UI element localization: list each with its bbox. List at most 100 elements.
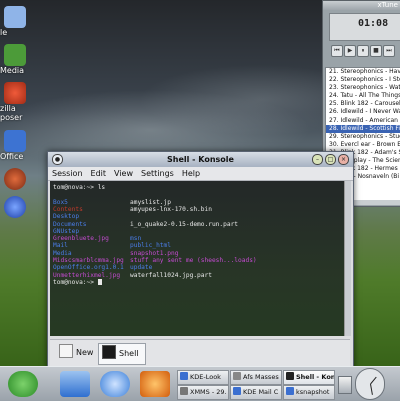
menu-edit[interactable]: Edit (87, 167, 111, 180)
ls-entry: GNUstep (53, 227, 80, 235)
konsole-window[interactable]: ● Shell - Konsole – □ × Session Edit Vie… (47, 151, 354, 369)
ls-entry: Media (53, 249, 72, 257)
minimize-icon[interactable]: – (312, 154, 323, 165)
next-button[interactable]: ⏭ (383, 45, 395, 57)
text-cursor (97, 278, 102, 285)
terminal-prompt-ls: tom@nova:~> ls (53, 184, 106, 191)
clock-hour-hand (370, 376, 377, 385)
desktop-icon-hs[interactable] (0, 196, 40, 218)
playlist-item[interactable]: 30. Evercl ear - Brown Eyed G (326, 141, 400, 149)
desktop-icon-globe[interactable] (0, 168, 40, 190)
analog-clock[interactable] (355, 368, 385, 400)
tab-label: Shell (119, 349, 139, 358)
kmenu-icon[interactable] (8, 371, 38, 397)
composer-icon (4, 82, 26, 104)
xmms-small-icon (180, 387, 188, 395)
close-icon[interactable]: × (338, 154, 349, 165)
stop-button[interactable]: ■ (370, 45, 382, 57)
konsole-titlebar[interactable]: ● Shell - Konsole – □ × (48, 152, 353, 167)
task-label: KDE-Look (190, 373, 221, 381)
pause-button[interactable]: ⏸ (357, 45, 369, 57)
window-title: Shell - Konsole (167, 155, 234, 164)
menubar: Session Edit View Settings Help (48, 167, 353, 181)
shell-icon (102, 345, 116, 359)
desktop-icon-media[interactable]: Media (0, 44, 40, 75)
task-label: ksnapshot (296, 388, 330, 396)
playlist-item[interactable]: 28. Idlewild - Scottish Fiction (326, 124, 400, 133)
ls-entry: Desktop (53, 213, 80, 221)
ls-entry: waterfall1024.jpg.part (130, 271, 212, 279)
home-folder-icon[interactable] (60, 371, 90, 397)
task-label: Afs Masses (243, 373, 279, 381)
clock-minute-hand (370, 383, 373, 395)
task-label: KDE Mail C (243, 388, 279, 396)
task-afs[interactable]: Afs Masses (230, 370, 282, 385)
ls-entry: Greenbluete.jpg (53, 235, 109, 243)
hs-icon (4, 196, 26, 218)
camera-small-icon (286, 387, 294, 395)
playlist-item[interactable]: 26. Idlewild - I Never Wanted (326, 108, 400, 116)
menu-help[interactable]: Help (178, 167, 204, 180)
menu-view[interactable]: View (110, 167, 137, 180)
playlist-item[interactable]: 23. Stereophonics - Watch Th (326, 84, 400, 92)
prompt-text: tom@nova:~> (53, 278, 98, 286)
task-shell-konsole[interactable]: Shell - Konso (283, 370, 335, 385)
window-small-icon (233, 372, 241, 380)
task-kde-mail[interactable]: KDE Mail C (230, 385, 282, 400)
prev-button[interactable]: ⏮ (331, 45, 343, 57)
ls-entry: Box5 (53, 198, 68, 206)
playlist-item[interactable]: 25. Blink 182 - Carousel (326, 100, 400, 108)
playlist-item[interactable]: 24. Tatu - All The Things She (326, 92, 400, 100)
ls-entry: amyslist.jp (130, 198, 171, 206)
session-tabbar: New Shell (50, 339, 350, 366)
play-button[interactable]: ▶ (344, 45, 356, 57)
playlist-item[interactable]: 27. Idlewild - American Englis (326, 117, 400, 125)
xmms-display: 01:08 (329, 13, 400, 41)
tab-new[interactable]: New (56, 343, 93, 363)
globe-icon (4, 168, 26, 190)
tab-label: New (76, 348, 94, 357)
task-label: XMMS - 29. (190, 388, 227, 396)
task-xmms[interactable]: XMMS - 29. (177, 385, 229, 400)
idle-icon (4, 6, 26, 28)
konqueror-icon[interactable] (100, 371, 130, 397)
menu-session[interactable]: Session (48, 167, 87, 180)
office-icon (4, 130, 26, 152)
konsole-small-icon (286, 372, 294, 380)
desktop-icon-office[interactable]: Office (0, 130, 40, 161)
playlist-item[interactable]: 21. Stereophonics - Have a N (326, 68, 400, 76)
desktop-icon-label: le (0, 28, 8, 37)
desktop-icon-label: Office (0, 152, 24, 161)
new-session-icon (59, 344, 73, 358)
desktop-icon-label: zilla poser (0, 104, 23, 122)
ls-entry: Mail (53, 242, 68, 250)
ls-entry: amyupes-lnx-170.sh.bin (130, 205, 212, 213)
maximize-icon[interactable]: □ (325, 154, 336, 165)
ls-entry: Midscsmarblcmma.jpg (53, 257, 124, 264)
xmms-titlebar[interactable]: xTune (323, 1, 400, 10)
terminal-scrollbar[interactable] (344, 181, 351, 336)
desktop-icon-label: Media (0, 66, 25, 75)
terminal-area[interactable]: tom@nova:~> ls Box5 Contents Desktop Docume… (50, 181, 346, 336)
ls-entry: Documents (53, 220, 87, 228)
media-icon (4, 44, 26, 66)
firefox-icon[interactable] (140, 371, 170, 397)
ls-entry: OpenOffice.org1.0.1 (53, 264, 124, 272)
ls-entry: snapshot1.png (130, 249, 179, 257)
task-kde-look[interactable]: KDE-Look (177, 370, 229, 385)
ls-entry: Contents (53, 205, 83, 213)
terminal-prompt: tom@nova:~> (53, 278, 102, 286)
ls-entry: i_o_quake2-0.15-demo.run.part (130, 220, 239, 228)
mail-small-icon (233, 387, 241, 395)
task-ksnapshot[interactable]: ksnapshot (283, 385, 335, 400)
menu-settings[interactable]: Settings (137, 167, 178, 180)
tab-shell[interactable]: Shell (98, 343, 146, 365)
desktop-icon-composer[interactable]: zilla poser (0, 82, 40, 122)
playlist-item[interactable]: 22. Stereophonics - I Stoppe (326, 76, 400, 84)
playlist-item[interactable]: 29. Stereophonics - Stuck in (326, 133, 400, 141)
plug-icon[interactable] (338, 376, 352, 394)
desktop-icon-idle[interactable]: le (0, 6, 40, 37)
ls-entry: msn (130, 235, 142, 243)
kicker-panel: KDE-Look Afs Masses Shell - Konso XMMS -… (0, 366, 400, 401)
ls-entry: public_html (130, 242, 171, 250)
